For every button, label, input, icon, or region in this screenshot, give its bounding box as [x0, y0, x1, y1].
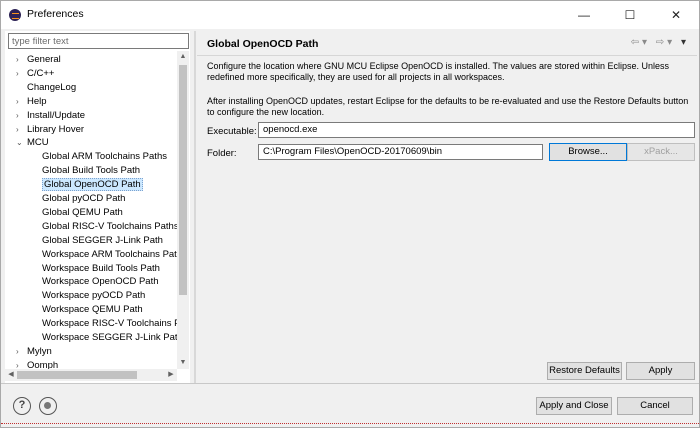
panel-divider[interactable] [194, 31, 196, 383]
tree-item-label: General [27, 54, 61, 65]
preferences-window: Preferences — ☐ ✕ › General › C/C++ ChangeLo… [0, 0, 700, 428]
tree-item[interactable]: Workspace ARM Toolchains Path [42, 248, 177, 261]
forward-arrow-icon[interactable]: ⇨ [656, 37, 667, 48]
chevron-right-icon[interactable]: › [16, 359, 19, 369]
tree-item-label: Help [27, 95, 47, 107]
tree-item[interactable]: ⌄ MCU [16, 136, 49, 149]
back-menu-icon[interactable]: ▾ [642, 37, 650, 48]
tree-item-label: Global QEMU Path [42, 206, 123, 218]
executable-label: Executable: [207, 126, 257, 137]
tree-item[interactable]: Global pyOCD Path [42, 192, 125, 205]
tree-item-label: Global OpenOCD Path [42, 178, 143, 192]
chevron-down-icon[interactable]: ⌄ [16, 136, 23, 149]
tree-item-label: ChangeLog [27, 81, 77, 93]
tree-item[interactable]: › Library Hover [16, 123, 85, 136]
footer-separator [1, 383, 699, 384]
tree-item[interactable]: › Mylyn [16, 345, 52, 358]
tree-item-label: Workspace pyOCD Path [42, 290, 146, 302]
tree-item-label: Global pyOCD Path [42, 193, 126, 204]
page-navigation: ⇦▾ ⇨▾ ▾ [631, 37, 689, 48]
tree-item-label: Library Hover [27, 123, 85, 135]
eclipse-icon [9, 9, 21, 21]
window-title: Preferences [27, 8, 84, 20]
tree-item[interactable]: Global RISC-V Toolchains Paths [42, 220, 177, 233]
tree-item-label: C/C++ [27, 67, 55, 79]
record-macro-icon[interactable] [39, 397, 57, 415]
tree-item[interactable]: › Oomph [16, 359, 59, 369]
tree-item[interactable]: Workspace SEGGER J-Link Path [42, 331, 177, 344]
tree-item-label: Mylyn [27, 345, 52, 357]
executable-input[interactable]: openocd.exe [258, 122, 695, 138]
tree-item-label: Workspace QEMU Path [42, 304, 143, 316]
restore-defaults-button[interactable]: Restore Defaults [547, 362, 622, 380]
chevron-right-icon[interactable]: › [16, 109, 19, 122]
description-text: Configure the location where GNU MCU Ecl… [207, 61, 670, 82]
tree-item[interactable]: › C/C++ [16, 67, 55, 80]
tree-item[interactable]: Workspace Build Tools Path [42, 262, 160, 275]
tree-item[interactable]: Global ARM Toolchains Paths [42, 150, 167, 163]
scroll-left-icon[interactable]: ◀ [5, 369, 17, 381]
chevron-right-icon[interactable]: › [16, 53, 19, 66]
tree-item-label: Install/Update [27, 109, 86, 121]
chevron-right-icon[interactable]: › [16, 95, 19, 108]
back-arrow-icon[interactable]: ⇦ [631, 37, 642, 48]
minimize-button[interactable]: — [561, 1, 607, 29]
scroll-thumb[interactable] [179, 65, 187, 295]
tree-item-label: Oomph [27, 359, 59, 369]
tree-item-label: Global SEGGER J-Link Path [42, 234, 163, 246]
tree-item-label: Global Build Tools Path [42, 165, 141, 177]
folder-input[interactable]: C:\Program Files\OpenOCD-20170609\bin [258, 144, 543, 160]
tree-item-label: Global ARM Toolchains Paths [42, 151, 167, 163]
tree-item[interactable]: Global Build Tools Path [42, 164, 140, 177]
apply-and-close-button[interactable]: Apply and Close [536, 397, 612, 415]
scroll-thumb-horizontal[interactable] [17, 371, 137, 379]
restart-note-text: After installing OpenOCD updates, restar… [207, 96, 689, 117]
tree-item-label: MCU [27, 137, 49, 149]
chevron-right-icon[interactable]: › [16, 67, 19, 80]
tree-item[interactable]: › Help [16, 95, 47, 108]
title-separator [197, 55, 697, 56]
background-editor-edge [1, 423, 700, 429]
tree-item-label: Global RISC-V Toolchains Paths [42, 220, 177, 232]
tree-item-label: Workspace SEGGER J-Link Path [42, 332, 177, 343]
maximize-button[interactable]: ☐ [607, 1, 653, 29]
tree-item-label: Workspace Build Tools Path [42, 262, 160, 274]
tree-item[interactable]: Global SEGGER J-Link Path [42, 234, 163, 247]
tree-item[interactable]: Workspace RISC-V Toolchains Pat [42, 317, 177, 330]
tree-item-label: Workspace OpenOCD Path [42, 276, 159, 288]
tree-item[interactable]: › General [16, 53, 61, 66]
cancel-button[interactable]: Cancel [617, 397, 693, 415]
tree-item[interactable]: Workspace pyOCD Path [42, 289, 145, 302]
tree-item[interactable]: Global OpenOCD Path [42, 178, 143, 192]
apply-button[interactable]: Apply [626, 362, 695, 380]
scroll-down-icon[interactable]: ▼ [177, 357, 189, 369]
preference-tree-panel: › General › C/C++ ChangeLog › Help › Install/Upd… [5, 31, 190, 383]
tree-item[interactable]: Workspace OpenOCD Path [42, 275, 159, 288]
help-icon[interactable]: ? [13, 397, 31, 415]
folder-label: Folder: [207, 148, 237, 159]
xpack-button[interactable]: xPack... [627, 143, 695, 161]
page-title: Global OpenOCD Path [207, 38, 319, 50]
tree-item[interactable]: › Install/Update [16, 109, 86, 122]
browse-button[interactable]: Browse... [549, 143, 627, 161]
tree-item[interactable]: ChangeLog [27, 81, 76, 94]
filter-input[interactable] [8, 33, 189, 49]
preference-page: Global OpenOCD Path ⇦▾ ⇨▾ ▾ Configure th… [197, 31, 697, 383]
tree-item-label: Workspace ARM Toolchains Path [42, 248, 177, 260]
scroll-right-icon[interactable]: ▶ [165, 369, 177, 381]
chevron-right-icon[interactable]: › [16, 345, 19, 358]
tree-item[interactable]: Workspace QEMU Path [42, 303, 143, 316]
tree-horizontal-scrollbar[interactable]: ◀ ▶ [5, 369, 177, 381]
preference-tree: › General › C/C++ ChangeLog › Help › Install/Upd… [5, 51, 177, 369]
tree-item[interactable]: Global QEMU Path [42, 206, 123, 219]
tree-vertical-scrollbar[interactable]: ▲ ▼ [177, 51, 189, 369]
title-bar: Preferences — ☐ ✕ [1, 1, 699, 29]
tree-item-label: Workspace RISC-V Toolchains Pat [42, 318, 177, 330]
view-menu-icon[interactable]: ▾ [681, 37, 689, 48]
close-button[interactable]: ✕ [653, 1, 699, 29]
chevron-right-icon[interactable]: › [16, 123, 19, 136]
scroll-up-icon[interactable]: ▲ [177, 51, 189, 63]
forward-menu-icon[interactable]: ▾ [667, 37, 675, 48]
